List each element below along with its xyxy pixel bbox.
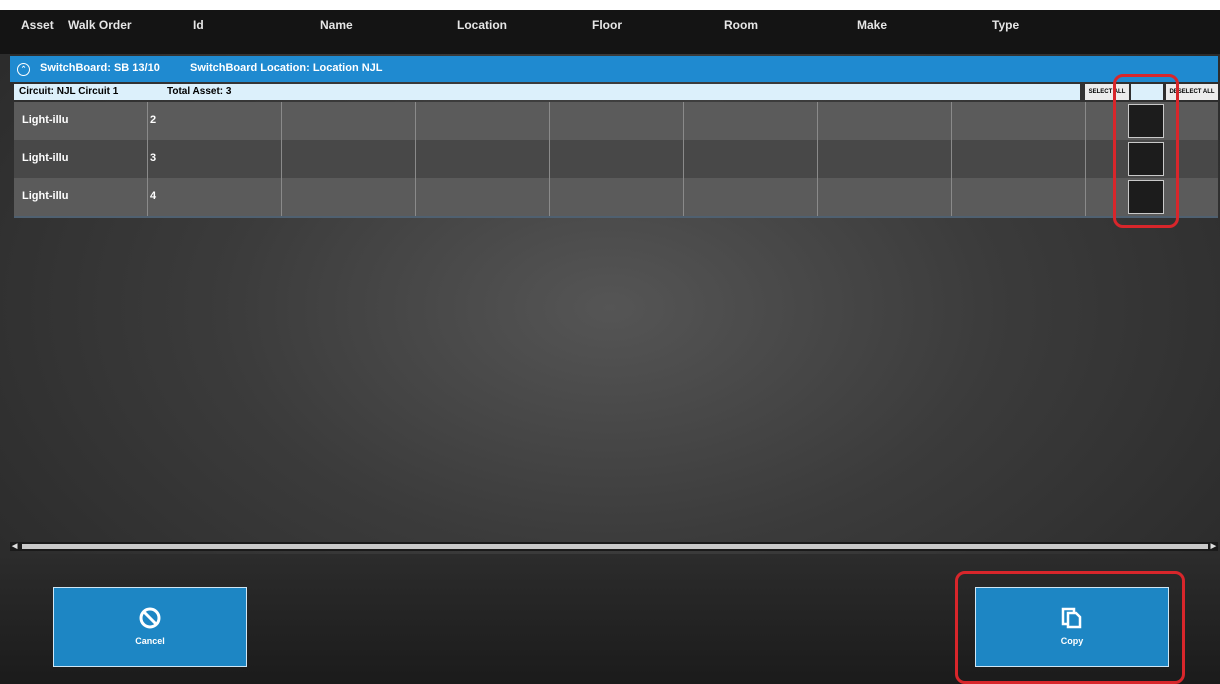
cell-divider: [282, 102, 416, 140]
scroll-right-icon[interactable]: ▶: [1211, 542, 1216, 551]
scrollbar-thumb[interactable]: [22, 544, 1208, 549]
circuit-total-assets: Total Asset: 3: [167, 86, 232, 97]
cell-divider: [148, 102, 282, 140]
cell-divider: [416, 102, 550, 140]
column-header-id[interactable]: Id: [193, 18, 204, 32]
highlight-select-column: [1113, 74, 1179, 228]
cell-divider: [550, 140, 684, 178]
cell-divider: [684, 140, 818, 178]
column-header-make[interactable]: Make: [857, 18, 887, 32]
asset-cell: Light-illu: [22, 114, 69, 126]
ban-icon: [139, 607, 161, 629]
cell-divider: [416, 178, 550, 216]
column-header-room[interactable]: Room: [724, 18, 758, 32]
cell-divider: [282, 178, 416, 216]
cell-divider: [952, 102, 1086, 140]
highlight-copy-button: [955, 571, 1185, 684]
column-header-type[interactable]: Type: [992, 18, 1019, 32]
cell-divider: [818, 140, 952, 178]
cell-divider: [952, 178, 1086, 216]
cell-divider: [818, 178, 952, 216]
grid-bottom-border: [14, 216, 1218, 218]
column-header-asset[interactable]: Asset: [21, 18, 54, 32]
cancel-label: Cancel: [135, 636, 165, 646]
cell-divider: [282, 140, 416, 178]
switchboard-group-header[interactable]: ⌃ SwitchBoard: SB 13/10 SwitchBoard Loca…: [10, 56, 1218, 82]
scroll-left-icon[interactable]: ◀: [12, 542, 17, 551]
collapse-circle-icon[interactable]: ⌃: [17, 63, 30, 76]
cancel-button[interactable]: Cancel: [53, 587, 247, 667]
cell-divider: [148, 140, 282, 178]
cell-divider: [550, 178, 684, 216]
walk-order-cell: 2: [150, 114, 157, 126]
cell-divider: [952, 140, 1086, 178]
table-row[interactable]: Light-illu 2: [14, 102, 1218, 140]
cell-divider: [148, 178, 282, 216]
column-header-walk-order[interactable]: Walk Order: [68, 18, 132, 32]
circuit-label: Circuit: NJL Circuit 1: [19, 86, 119, 97]
switchboard-label: SwitchBoard: SB 13/10: [40, 62, 160, 74]
column-header-location[interactable]: Location: [457, 18, 507, 32]
circuit-header: Circuit: NJL Circuit 1 Total Asset: 3: [14, 84, 1080, 100]
walk-order-cell: 4: [150, 190, 157, 202]
column-header-name[interactable]: Name: [320, 18, 353, 32]
app-window: Asset Walk Order Id Name Location Floor …: [0, 0, 1220, 684]
cell-divider: [550, 102, 684, 140]
cell-divider: [818, 102, 952, 140]
cell-divider: [684, 102, 818, 140]
asset-cell: Light-illu: [22, 152, 69, 164]
top-strip: [0, 0, 1220, 10]
cell-divider: [684, 178, 818, 216]
horizontal-scrollbar[interactable]: ◀ ▶: [10, 542, 1218, 551]
walk-order-cell: 3: [150, 152, 157, 164]
column-header-floor[interactable]: Floor: [592, 18, 622, 32]
cell-divider: [416, 140, 550, 178]
column-header-bar: Asset Walk Order Id Name Location Floor …: [0, 10, 1220, 54]
table-row[interactable]: Light-illu 4: [14, 178, 1218, 216]
asset-cell: Light-illu: [22, 190, 69, 202]
switchboard-location: SwitchBoard Location: Location NJL: [190, 62, 383, 74]
table-row[interactable]: Light-illu 3: [14, 140, 1218, 178]
